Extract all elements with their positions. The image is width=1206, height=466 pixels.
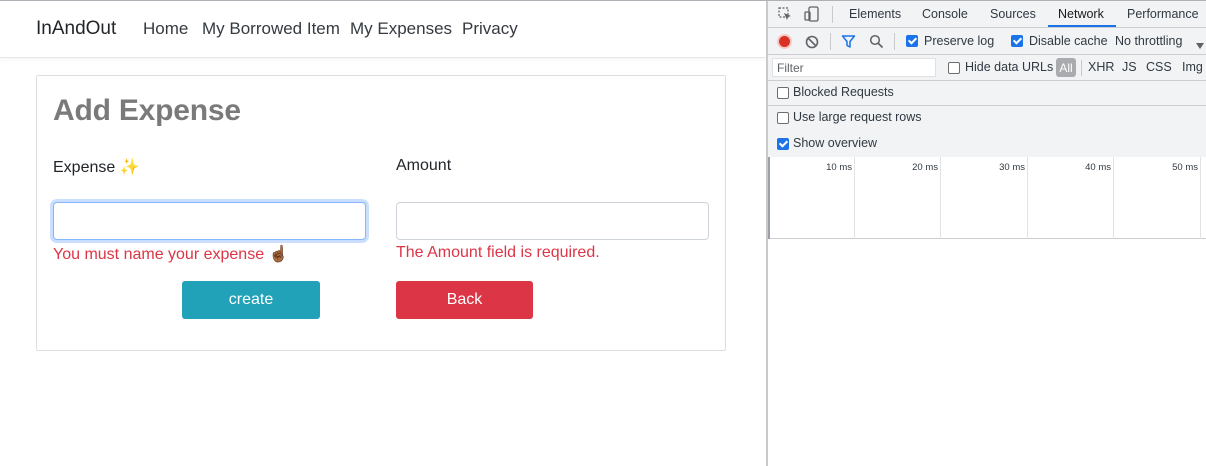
overview-gridline — [1113, 157, 1114, 239]
tick-label-30ms: 30 ms — [999, 162, 1025, 173]
filter-input[interactable]: Filter — [772, 58, 936, 77]
devtools-tabbar: Elements Console Sources Network Perform… — [768, 1, 1206, 28]
toolbar-separator — [830, 33, 831, 50]
large-rows-label: Use large request rows — [793, 110, 922, 124]
large-rows-checkbox[interactable] — [777, 112, 789, 124]
disable-cache-label: Disable cache — [1029, 34, 1108, 48]
amount-error: The Amount field is required. — [396, 244, 600, 261]
expense-form-card: Add Expense Expense ✨ Amount You must na… — [36, 75, 726, 351]
type-filter-css[interactable]: CSS — [1146, 60, 1172, 74]
show-overview-label: Show overview — [793, 136, 878, 150]
nav-my-expenses[interactable]: My Expenses — [350, 19, 452, 39]
blocked-requests-row: Blocked Requests — [768, 81, 1206, 107]
network-toolbar: Preserve log Disable cache No throttling — [768, 28, 1206, 55]
active-tab-indicator — [1048, 25, 1116, 27]
tab-sources[interactable]: Sources — [990, 7, 1036, 21]
app-page: InAndOut Home My Borrowed Item My Expens… — [0, 1, 766, 466]
nav-privacy[interactable]: Privacy — [462, 19, 518, 39]
throttling-select[interactable]: No throttling — [1115, 34, 1182, 48]
show-overview-row: Show overview — [768, 132, 1206, 158]
toolbar-separator — [894, 33, 895, 50]
tick-label-50ms: 50 ms — [1172, 162, 1198, 173]
overview-cursor — [768, 157, 770, 239]
screen: InAndOut Home My Borrowed Item My Expens… — [0, 0, 1206, 466]
page-title: Add Expense — [53, 94, 241, 127]
filterbar-separator — [1081, 60, 1082, 76]
requests-list — [768, 239, 1206, 466]
hide-data-urls-checkbox[interactable] — [948, 62, 960, 74]
type-filter-img[interactable]: Img — [1182, 60, 1203, 74]
tick-label-20ms: 20 ms — [912, 162, 938, 173]
create-button[interactable]: create — [182, 281, 320, 319]
clear-icon[interactable] — [805, 35, 819, 49]
expense-error: You must name your expense ☝🏾 — [53, 246, 289, 263]
tab-performance[interactable]: Performance — [1127, 7, 1199, 21]
tick-label-10ms: 10 ms — [826, 162, 852, 173]
tab-network[interactable]: Network — [1058, 7, 1104, 21]
expense-label: Expense ✨ — [53, 159, 140, 176]
large-rows-row: Use large request rows — [768, 106, 1206, 132]
nav-my-borrowed-item[interactable]: My Borrowed Item — [202, 19, 340, 39]
record-icon[interactable] — [777, 34, 792, 49]
brand-link[interactable]: InAndOut — [36, 18, 116, 40]
overview-gridline — [940, 157, 941, 239]
type-filter-xhr[interactable]: XHR — [1088, 60, 1114, 74]
hide-data-urls-label: Hide data URLs — [965, 60, 1054, 74]
tab-elements[interactable]: Elements — [849, 7, 901, 21]
chevron-down-icon[interactable] — [1196, 38, 1204, 49]
blocked-requests-checkbox[interactable] — [777, 87, 789, 99]
type-filter-js[interactable]: JS — [1122, 60, 1137, 74]
expense-input[interactable] — [53, 202, 366, 240]
amount-label: Amount — [396, 157, 452, 174]
preserve-log-label: Preserve log — [924, 34, 995, 48]
tabbar-separator — [832, 6, 833, 23]
tick-label-40ms: 40 ms — [1085, 162, 1111, 173]
filter-placeholder: Filter — [777, 61, 804, 75]
overview-gridline — [854, 157, 855, 239]
devtools-panel: Elements Console Sources Network Perform… — [766, 1, 1206, 466]
preserve-log-checkbox[interactable] — [906, 35, 918, 47]
overview-gridline — [1200, 157, 1201, 239]
navbar: InAndOut Home My Borrowed Item My Expens… — [0, 1, 766, 58]
inspect-element-icon[interactable] — [778, 7, 792, 21]
back-button[interactable]: Back — [396, 281, 533, 319]
show-overview-checkbox[interactable] — [777, 138, 789, 150]
filter-bar: Filter Hide data URLs All XHR JS CSS Img — [768, 55, 1206, 81]
type-filter-all[interactable]: All — [1056, 58, 1076, 77]
search-icon[interactable] — [869, 34, 884, 49]
overview-gridline — [1027, 157, 1028, 239]
tab-console[interactable]: Console — [922, 7, 968, 21]
filter-icon[interactable] — [841, 34, 856, 49]
blocked-requests-label: Blocked Requests — [793, 85, 894, 99]
device-toolbar-icon[interactable] — [804, 6, 820, 22]
amount-input[interactable] — [396, 202, 709, 240]
nav-home[interactable]: Home — [143, 19, 188, 39]
disable-cache-checkbox[interactable] — [1011, 35, 1023, 47]
network-overview[interactable]: 10 ms 20 ms 30 ms 40 ms 50 ms — [768, 157, 1206, 239]
